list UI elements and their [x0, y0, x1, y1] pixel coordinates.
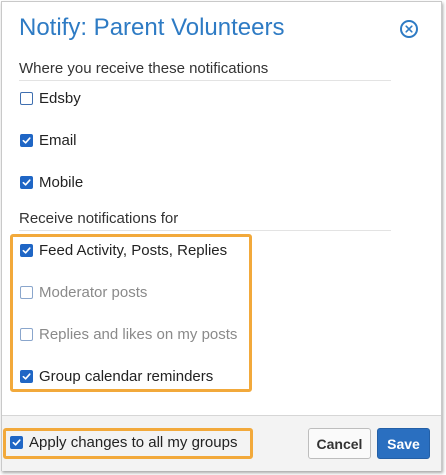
option-label: Mobile: [39, 173, 84, 191]
option-label: Moderator posts: [39, 283, 148, 301]
option-label: Group calendar reminders: [39, 367, 214, 385]
option-moderator-posts[interactable]: Moderator posts: [20, 282, 147, 302]
divider: [19, 80, 391, 81]
option-replies-likes[interactable]: Replies and likes on my posts: [20, 324, 237, 344]
option-edsby[interactable]: Edsby: [20, 88, 81, 108]
checkbox-unchecked-icon[interactable]: [20, 91, 33, 105]
checkbox-unchecked-icon[interactable]: [20, 285, 33, 299]
checkbox-checked-icon[interactable]: [20, 133, 33, 147]
checkbox-checked-icon[interactable]: [20, 369, 33, 383]
save-button[interactable]: Save: [377, 428, 430, 459]
option-group-calendar[interactable]: Group calendar reminders: [20, 366, 213, 386]
dialog-title: Notify: Parent Volunteers: [19, 14, 285, 41]
apply-all-label: Apply changes to all my groups: [29, 433, 238, 451]
dialog-footer: Apply changes to all my groups Cancel Sa…: [2, 415, 441, 471]
checkbox-unchecked-icon[interactable]: [20, 327, 33, 341]
notify-section-label: Receive notifications for: [19, 210, 179, 227]
cancel-button[interactable]: Cancel: [308, 428, 371, 459]
checkbox-checked-icon[interactable]: [10, 435, 23, 449]
option-label: Edsby: [39, 89, 81, 107]
option-label: Replies and likes on my posts: [39, 325, 238, 343]
option-feed-activity[interactable]: Feed Activity, Posts, Replies: [20, 240, 227, 260]
checkbox-checked-icon[interactable]: [20, 175, 33, 189]
option-mobile[interactable]: Mobile: [20, 172, 83, 192]
option-email[interactable]: Email: [20, 130, 77, 150]
option-label: Feed Activity, Posts, Replies: [39, 241, 228, 259]
divider: [19, 230, 391, 231]
notification-dialog: Notify: Parent Volunteers Where you rece…: [1, 1, 442, 471]
option-label: Email: [39, 131, 77, 149]
apply-all-groups-option[interactable]: Apply changes to all my groups: [10, 432, 237, 452]
receive-section-label: Where you receive these notifications: [19, 60, 269, 77]
checkbox-checked-icon[interactable]: [20, 243, 33, 257]
close-icon[interactable]: [400, 20, 418, 38]
